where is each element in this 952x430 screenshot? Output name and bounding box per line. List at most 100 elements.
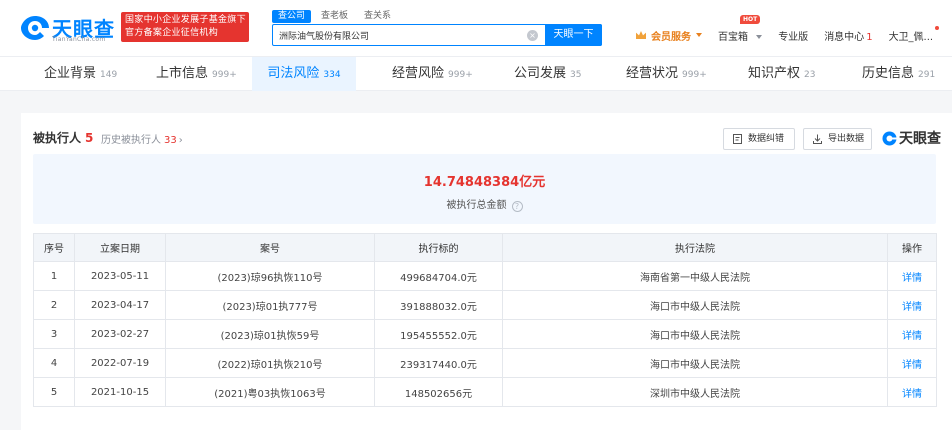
message-center-link[interactable]: 消息中心 1 <box>824 28 872 43</box>
brand-logo-icon <box>882 131 897 145</box>
cell-index: 5 <box>33 377 75 407</box>
user-name: 大卫_佩... <box>888 31 934 43</box>
search-input[interactable] <box>273 25 543 45</box>
search-button[interactable]: 天眼一下 <box>545 24 602 46</box>
col-header-action: 操作 <box>887 233 937 262</box>
tab-count: 999+ <box>682 70 707 80</box>
notification-dot <box>935 25 940 30</box>
history-count: 33 <box>164 135 177 146</box>
tianyancha-logo[interactable]: 天眼查 TianYanCha.com <box>20 12 114 46</box>
user-menu[interactable]: 大卫_佩... <box>888 25 940 43</box>
judgment-debtor-panel: 被执行人 5 历史被执行人 33 › 数据纠错 导出数据 天眼查 14.7484838… <box>21 113 952 430</box>
tab-count: 35 <box>570 70 582 80</box>
toolbox-menu[interactable]: HOT 百宝箱 <box>718 14 763 43</box>
chevron-down-icon <box>756 34 763 39</box>
details-link[interactable]: 详情 <box>887 290 937 320</box>
cell-filing-date: 2022-07-19 <box>74 348 166 378</box>
tab-judicial-risk[interactable]: 司法风险 334 <box>252 57 356 91</box>
details-link[interactable]: 详情 <box>887 319 937 349</box>
search-tab-boss[interactable]: 查老板 <box>315 10 354 23</box>
cell-execution-amount: 195455552.0元 <box>374 319 503 349</box>
cell-case-number: (2023)琼01执777号 <box>165 290 375 320</box>
cell-index: 2 <box>33 290 75 320</box>
tab-label: 历史信息 <box>862 66 915 81</box>
cell-filing-date: 2023-04-17 <box>74 290 166 320</box>
tab-intellectual-property[interactable]: 知识产权 23 <box>748 57 815 91</box>
toolbox-label: 百宝箱 <box>718 31 748 43</box>
clear-icon[interactable]: × <box>527 30 538 41</box>
search-tab-relation[interactable]: 查关系 <box>358 10 397 23</box>
data-correction-button[interactable]: 数据纠错 <box>723 128 795 150</box>
total-amount-label-text: 被执行总金额 <box>446 200 507 211</box>
tab-count: 291 <box>918 70 936 80</box>
cell-case-number: (2021)粤03执恢1063号 <box>165 377 375 407</box>
vip-label: 会员服务 <box>651 31 691 43</box>
tab-operating-risk[interactable]: 经营风险 999+ <box>392 57 473 91</box>
help-icon[interactable]: ? <box>511 201 523 212</box>
col-header-court: 执行法院 <box>502 233 888 262</box>
document-edit-icon <box>733 134 742 144</box>
brand-watermark: 天眼查 <box>882 129 941 147</box>
export-data-button[interactable]: 导出数据 <box>803 128 872 150</box>
tab-label: 经营风险 <box>392 66 445 81</box>
search-tab-company[interactable]: 查公司 <box>272 10 312 23</box>
cell-court: 海口市中级人民法院 <box>502 348 888 378</box>
table-row: 4 2022-07-19 (2022)琼01执恢210号 239317440.0… <box>33 348 937 378</box>
vip-service-menu[interactable]: 会员服务 <box>636 28 702 43</box>
cell-filing-date: 2021-10-15 <box>74 377 166 407</box>
cell-execution-amount: 499684704.0元 <box>374 261 503 291</box>
section-title-text: 被执行人 <box>33 131 82 145</box>
export-data-label: 导出数据 <box>828 134 865 144</box>
table-row: 1 2023-05-11 (2023)琼96执恢110号 499684704.0… <box>33 261 937 291</box>
message-count-badge: 1 <box>866 31 873 43</box>
banner-line-1: 国家中小企业发展子基金旗下 <box>125 15 246 25</box>
tab-label: 公司发展 <box>514 66 567 81</box>
cell-index: 3 <box>33 319 75 349</box>
tab-label: 经营状况 <box>626 66 679 81</box>
tab-history-info[interactable]: 历史信息 291 <box>862 57 935 91</box>
total-amount-value: 14.74848384亿元 <box>423 175 546 190</box>
details-link[interactable]: 详情 <box>887 377 937 407</box>
hot-badge: HOT <box>740 14 761 24</box>
details-link[interactable]: 详情 <box>887 348 937 378</box>
logo-eye-icon <box>21 16 49 40</box>
tab-company-background[interactable]: 企业背景 149 <box>44 57 117 91</box>
cell-case-number: (2022)琼01执恢210号 <box>165 348 375 378</box>
crown-icon <box>636 31 646 39</box>
table-row: 2 2023-04-17 (2023)琼01执777号 391888032.0元… <box>33 290 937 320</box>
col-header-case-number: 案号 <box>165 233 375 262</box>
history-label: 历史被执行人 <box>101 135 161 146</box>
cell-execution-amount: 148502656元 <box>374 377 503 407</box>
tab-count: 999+ <box>212 70 237 80</box>
tab-count: 334 <box>323 70 341 80</box>
table-row: 3 2023-02-27 (2023)琼01执恢59号 195455552.0元… <box>33 319 937 349</box>
history-debtor-link[interactable]: 历史被执行人 33 › <box>101 131 183 146</box>
company-tabs: 企业背景 149 上市信息 999+ 司法风险 334 经营风险 999+ 公司发展 35… <box>0 57 952 91</box>
cell-index: 1 <box>33 261 75 291</box>
tab-label: 上市信息 <box>156 66 209 81</box>
pro-version-link[interactable]: 专业版 <box>778 28 808 43</box>
data-correction-label: 数据纠错 <box>748 134 785 144</box>
banner-line-2: 官方备案企业征信机构 <box>125 28 219 38</box>
tab-company-development[interactable]: 公司发展 35 <box>514 57 581 91</box>
cell-case-number: (2023)琼01执恢59号 <box>165 319 375 349</box>
total-amount-summary: 14.74848384亿元 被执行总金额? <box>33 154 936 224</box>
message-center-label: 消息中心 <box>824 31 865 43</box>
debtor-table: 序号 立案日期 案号 执行标的 执行法院 操作 1 2023-05-11 (20… <box>33 233 937 407</box>
tab-label: 企业背景 <box>44 66 97 81</box>
top-nav: 会员服务 HOT 百宝箱 专业版 消息中心 1 大卫_佩... <box>636 14 949 43</box>
logo-subtext: TianYanCha.com <box>52 36 106 43</box>
cell-execution-amount: 239317440.0元 <box>374 348 503 378</box>
details-link[interactable]: 详情 <box>887 261 937 291</box>
search-box: × 天眼一下 <box>272 24 602 46</box>
tab-count: 999+ <box>448 70 473 80</box>
col-header-index: 序号 <box>33 233 75 262</box>
tab-operating-status[interactable]: 经营状况 999+ <box>626 57 707 91</box>
tab-listing-info[interactable]: 上市信息 999+ <box>156 57 237 91</box>
tab-label: 司法风险 <box>267 66 320 81</box>
tab-label: 知识产权 <box>748 66 801 81</box>
cell-filing-date: 2023-05-11 <box>74 261 166 291</box>
tab-count: 23 <box>804 70 816 80</box>
section-count: 5 <box>85 131 94 145</box>
cell-filing-date: 2023-02-27 <box>74 319 166 349</box>
